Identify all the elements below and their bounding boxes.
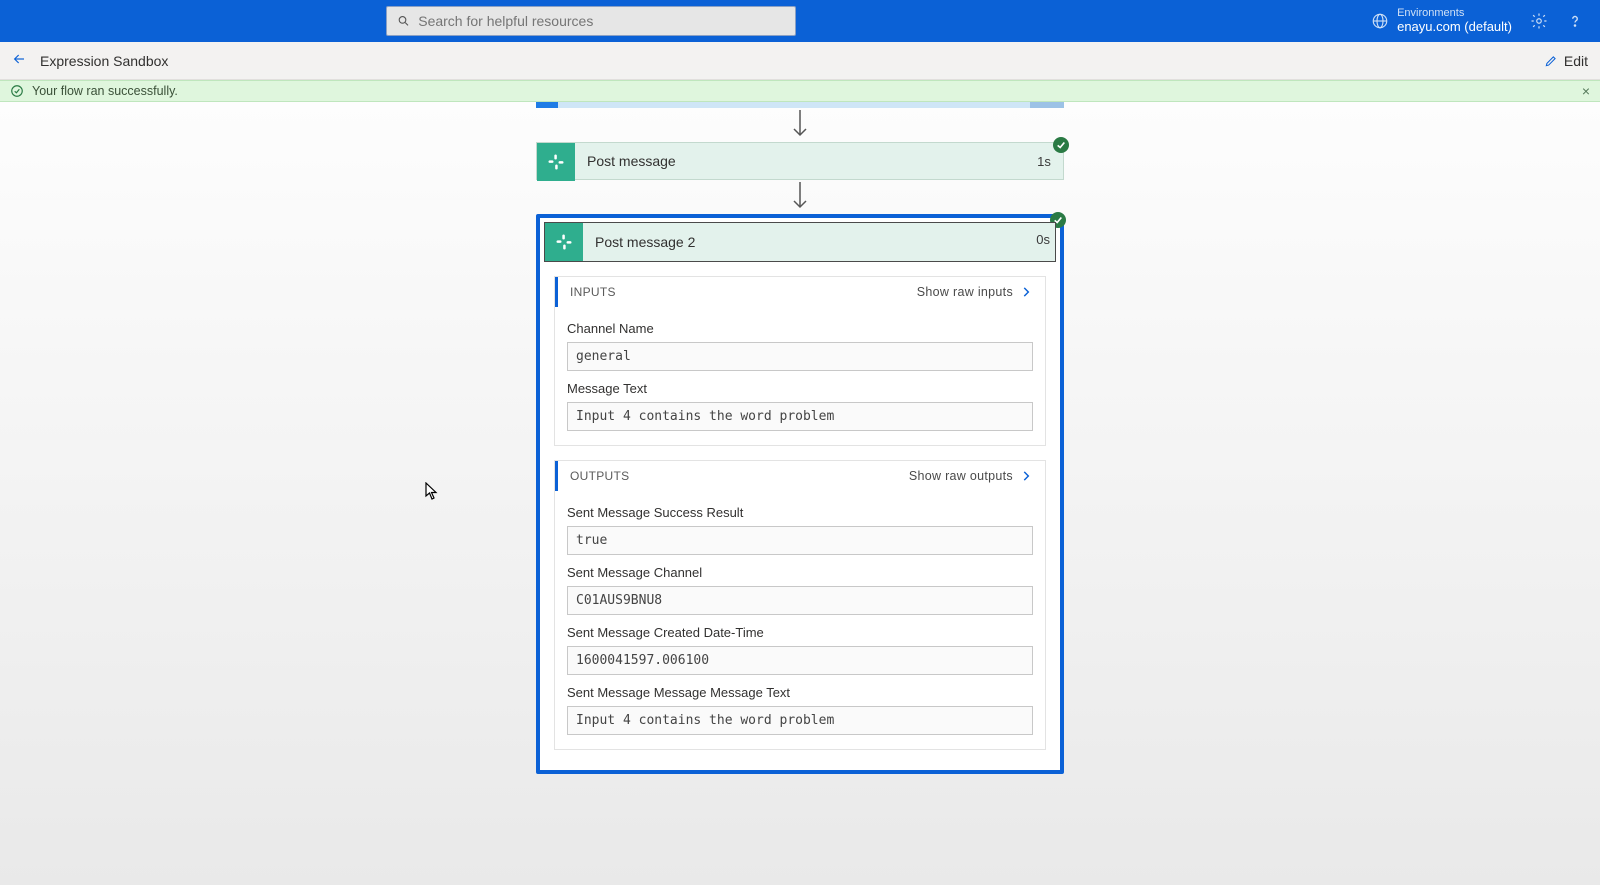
field-value-msg-text: Input 4 contains the word problem (567, 706, 1033, 735)
success-check-icon (1053, 137, 1069, 153)
field-label-channel-name: Channel Name (567, 321, 1033, 336)
flow-connector (536, 180, 1064, 214)
show-raw-inputs-button[interactable]: Show raw inputs (917, 285, 1033, 299)
field-value-channel-name: general (567, 342, 1033, 371)
field-label-message-text: Message Text (567, 381, 1033, 396)
field-value-success: true (567, 526, 1033, 555)
field-value-created: 1600041597.006100 (567, 646, 1033, 675)
pencil-icon (1544, 54, 1558, 68)
cursor-icon (425, 482, 439, 500)
settings-icon[interactable] (1530, 12, 1548, 30)
outputs-panel: OUTPUTS Show raw outputs Sent Message Su… (554, 460, 1046, 750)
field-value-message-text: Input 4 contains the word problem (567, 402, 1033, 431)
field-label-success: Sent Message Success Result (567, 505, 1033, 520)
slack-icon (545, 223, 583, 261)
search-icon (397, 14, 410, 28)
chevron-right-icon (1019, 469, 1033, 483)
show-raw-outputs-button[interactable]: Show raw outputs (909, 469, 1033, 483)
environment-label: Environments (1397, 7, 1512, 20)
field-label-channel: Sent Message Channel (567, 565, 1033, 580)
top-header: Environments enayu.com (default) (0, 0, 1600, 42)
inputs-panel: INPUTS Show raw inputs Channel Name gene… (554, 276, 1046, 446)
page-title: Expression Sandbox (40, 53, 168, 69)
help-icon[interactable] (1566, 12, 1584, 30)
banner-close-icon[interactable]: × (1582, 83, 1590, 99)
banner-message: Your flow ran successfully. (32, 84, 178, 98)
previous-step-strip (536, 102, 1064, 108)
outputs-label: OUTPUTS (570, 469, 629, 483)
field-label-msg-text: Sent Message Message Message Text (567, 685, 1033, 700)
environment-icon (1371, 12, 1389, 30)
slack-icon (537, 143, 575, 181)
step-post-message[interactable]: Post message 1s (536, 142, 1064, 180)
chevron-right-icon (1019, 285, 1033, 299)
flow-canvas[interactable]: Post message 1s Post message 2 0s (0, 102, 1600, 885)
step-title: Post message 2 (583, 223, 1055, 261)
search-input[interactable] (418, 13, 785, 29)
check-circle-icon (10, 84, 24, 98)
edit-label: Edit (1564, 53, 1588, 69)
edit-button[interactable]: Edit (1544, 53, 1588, 69)
success-banner: Your flow ran successfully. × (0, 80, 1600, 102)
step-duration: 0s (1036, 232, 1050, 247)
environment-name: enayu.com (default) (1397, 20, 1512, 35)
inputs-label: INPUTS (570, 285, 616, 299)
environment-picker[interactable]: Environments enayu.com (default) (1371, 7, 1512, 35)
back-icon[interactable] (12, 51, 28, 70)
field-label-created: Sent Message Created Date-Time (567, 625, 1033, 640)
flow-connector (536, 108, 1064, 142)
step-post-message-2-header[interactable]: Post message 2 (544, 222, 1056, 262)
search-box[interactable] (386, 6, 796, 36)
step-post-message-2-expanded: Post message 2 0s INPUTS Show raw inputs… (536, 214, 1064, 774)
sub-header: Expression Sandbox Edit (0, 42, 1600, 80)
step-title: Post message (575, 143, 1025, 179)
field-value-channel: C01AUS9BNU8 (567, 586, 1033, 615)
